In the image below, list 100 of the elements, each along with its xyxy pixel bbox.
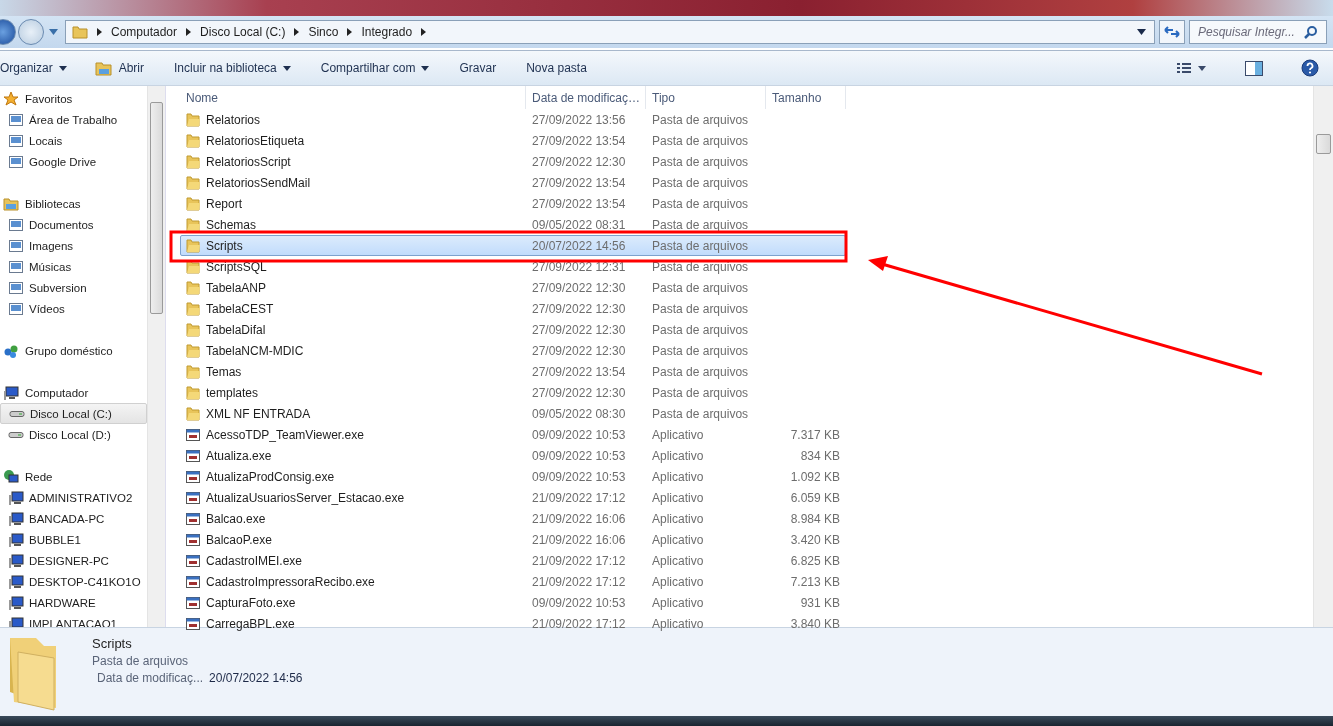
toolbar-button[interactable]: Gravar bbox=[459, 61, 497, 75]
help-icon[interactable] bbox=[1301, 59, 1319, 77]
file-row[interactable]: RelatoriosScript 27/09/2022 12:30 Pasta de arquivos bbox=[180, 151, 846, 172]
sidebar-heading[interactable]: Rede bbox=[0, 466, 147, 487]
sidebar-heading[interactable]: Favoritos bbox=[0, 88, 147, 109]
scrollbar[interactable] bbox=[147, 86, 165, 627]
sidebar-heading[interactable]: Grupo doméstico bbox=[0, 340, 147, 361]
sidebar-item[interactable]: Locais bbox=[0, 130, 147, 151]
toolbar-button[interactable]: Incluir na biblioteca bbox=[174, 61, 291, 75]
file-row[interactable]: RelatoriosEtiqueta 27/09/2022 13:54 Pasta de arquivos bbox=[180, 130, 846, 151]
column-header[interactable]: Data de modificaç… bbox=[526, 86, 646, 109]
file-row[interactable]: templates 27/09/2022 12:30 Pasta de arquivos bbox=[180, 382, 846, 403]
breadcrumb[interactable]: Disco Local (C:) bbox=[200, 25, 286, 39]
folder-icon bbox=[185, 174, 201, 191]
scrollbar[interactable] bbox=[1313, 86, 1333, 627]
file-row[interactable]: CadastroImpressoraRecibo.exe 21/09/2022 17:12 Aplicativo 7.213 KB bbox=[180, 571, 846, 592]
file-row[interactable]: Schemas 09/05/2022 08:31 Pasta de arquivos bbox=[180, 214, 846, 235]
sidebar-item[interactable]: DESIGNER-PC bbox=[0, 550, 147, 571]
file-row[interactable]: AtualizaUsuariosServer_Estacao.exe 21/09/2022 17:12 Aplicativo 6.059 KB bbox=[180, 487, 846, 508]
table-cell-text: 27/09/2022 13:56 bbox=[531, 112, 627, 127]
file-row[interactable]: XML NF ENTRADA 09/05/2022 08:30 Pasta de arquivos bbox=[180, 403, 846, 424]
file-name: Schemas bbox=[206, 217, 257, 232]
file-row[interactable]: Report 27/09/2022 13:54 Pasta de arquivos bbox=[180, 193, 846, 214]
table-cell-text: Aplicativo bbox=[651, 427, 705, 442]
file-row[interactable]: TabelaNCM-MDIC 27/09/2022 12:30 Pasta de arquivos bbox=[180, 340, 846, 361]
breadcrumb[interactable]: Computador bbox=[111, 25, 178, 39]
sidebar-item[interactable]: Documentos bbox=[0, 214, 147, 235]
column-header[interactable]: Nome bbox=[180, 86, 526, 109]
file-name: TabelaANP bbox=[206, 280, 267, 295]
sidebar-item[interactable]: BANCADA-PC bbox=[0, 508, 147, 529]
library-icon bbox=[8, 279, 24, 296]
column-header[interactable]: Tipo bbox=[646, 86, 766, 109]
sidebar-item[interactable]: Subversion bbox=[0, 277, 147, 298]
sidebar-item[interactable]: Google Drive bbox=[0, 151, 147, 172]
file-row[interactable]: Relatorios 27/09/2022 13:56 Pasta de arquivos bbox=[180, 109, 846, 130]
file-row[interactable]: TabelaDifal 27/09/2022 12:30 Pasta de arquivos bbox=[180, 319, 846, 340]
table-cell-text: Pasta de arquivos bbox=[651, 301, 750, 316]
table-cell-text: Aplicativo bbox=[651, 532, 705, 547]
breadcrumb[interactable]: Integrado bbox=[361, 25, 413, 39]
view-options-icon[interactable] bbox=[1177, 62, 1207, 74]
file-row[interactable]: TabelaANP 27/09/2022 12:30 Pasta de arquivos bbox=[180, 277, 846, 298]
table-cell-text: 27/09/2022 12:31 bbox=[531, 259, 627, 274]
details-value: 20/07/2022 14:56 bbox=[209, 671, 303, 685]
breadcrumb[interactable]: Sinco bbox=[308, 25, 339, 39]
preview-pane-icon[interactable] bbox=[1245, 60, 1263, 76]
file-row[interactable]: AtualizaProdConsig.exe 09/09/2022 10:53 Aplicativo 1.092 KB bbox=[180, 466, 846, 487]
table-cell-text: 27/09/2022 13:54 bbox=[531, 175, 627, 190]
file-row[interactable]: Atualiza.exe 09/09/2022 10:53 Aplicativo 834 KB bbox=[180, 445, 846, 466]
search-field[interactable]: Pesquisar Integr... bbox=[1189, 20, 1327, 44]
file-row[interactable]: CapturaFoto.exe 09/09/2022 10:53 Aplicativo 931 KB bbox=[180, 592, 846, 613]
address-bar[interactable]: Computador Disco Local (C:) Sinco Integrado bbox=[65, 20, 1155, 44]
caret-icon[interactable] bbox=[1137, 29, 1146, 35]
file-name: RelatoriosSendMail bbox=[206, 175, 311, 190]
folder-icon bbox=[185, 321, 201, 338]
table-cell-text: 21/09/2022 16:06 bbox=[531, 532, 627, 547]
table-cell-text: Pasta de arquivos bbox=[651, 364, 750, 379]
toolbar-button[interactable]: Abrir bbox=[94, 60, 145, 76]
table-cell: 6.059 KB bbox=[790, 490, 840, 505]
table-cell-text: Aplicativo bbox=[651, 553, 705, 568]
table-cell-text: Pasta de arquivos bbox=[651, 217, 750, 232]
file-name: CadastroImpressoraRecibo.exe bbox=[206, 574, 375, 589]
file-name: Atualiza.exe bbox=[206, 448, 272, 463]
drive-icon bbox=[8, 431, 24, 438]
file-row[interactable]: CadastroIMEI.exe 21/09/2022 17:12 Aplicativo 6.825 KB bbox=[180, 550, 846, 571]
toolbar-button[interactable]: Compartilhar com bbox=[320, 61, 430, 75]
table-cell: 3.840 KB bbox=[790, 616, 840, 631]
file-row[interactable]: BalcaoP.exe 21/09/2022 16:06 Aplicativo 3.420 KB bbox=[180, 529, 846, 550]
folder-icon bbox=[185, 153, 201, 170]
file-row[interactable]: RelatoriosSendMail 27/09/2022 13:54 Pasta de arquivos bbox=[180, 172, 846, 193]
folder-icon bbox=[185, 195, 201, 212]
sidebar-item[interactable]: ADMINISTRATIVO2 bbox=[0, 487, 147, 508]
file-row[interactable]: Temas 27/09/2022 13:54 Pasta de arquivos bbox=[180, 361, 846, 382]
file-row[interactable]: Balcao.exe 21/09/2022 16:06 Aplicativo 8.984 KB bbox=[180, 508, 846, 529]
refresh-button[interactable] bbox=[1159, 20, 1185, 44]
application-icon bbox=[185, 594, 201, 611]
sidebar-item[interactable]: Músicas bbox=[0, 256, 147, 277]
file-row[interactable]: Scripts 20/07/2022 14:56 Pasta de arquivos bbox=[180, 235, 846, 256]
sidebar-item[interactable]: DESKTOP-C41KO1O bbox=[0, 571, 147, 592]
sidebar-item[interactable]: HARDWARE bbox=[0, 592, 147, 613]
sidebar-item[interactable]: BUBBLE1 bbox=[0, 529, 147, 550]
toolbar-button[interactable]: Nova pasta bbox=[526, 61, 587, 75]
table-cell-text: 09/05/2022 08:30 bbox=[531, 406, 627, 421]
toolbar-button[interactable]: Organizar bbox=[0, 61, 67, 75]
file-row[interactable]: CarregaBPL.exe 21/09/2022 17:12 Aplicativo 3.840 KB bbox=[180, 613, 846, 634]
sidebar-item[interactable]: Disco Local (C:) bbox=[0, 403, 147, 424]
file-row[interactable]: AcessoTDP_TeamViewer.exe 09/09/2022 10:53 Aplicativo 7.317 KB bbox=[180, 424, 846, 445]
sidebar-item[interactable]: IMPLANTACAO1 bbox=[0, 613, 147, 627]
sidebar-heading[interactable]: Computador bbox=[0, 382, 147, 403]
file-name: TabelaCEST bbox=[206, 301, 274, 316]
sidebar-heading[interactable]: Bibliotecas bbox=[0, 193, 147, 214]
table-cell: 8.984 KB bbox=[790, 511, 840, 526]
file-row[interactable]: TabelaCEST 27/09/2022 12:30 Pasta de arquivos bbox=[180, 298, 846, 319]
sidebar-item[interactable]: Imagens bbox=[0, 235, 147, 256]
column-header[interactable]: Tamanho bbox=[766, 86, 846, 109]
file-row[interactable]: ScriptsSQL 27/09/2022 12:31 Pasta de arquivos bbox=[180, 256, 846, 277]
sidebar-item[interactable]: Área de Trabalho bbox=[0, 109, 147, 130]
sidebar-item[interactable]: Vídeos bbox=[0, 298, 147, 319]
sidebar-item[interactable]: Disco Local (D:) bbox=[0, 424, 147, 445]
forward-button[interactable] bbox=[18, 19, 44, 45]
table-cell-text: 20/07/2022 14:56 bbox=[531, 238, 627, 253]
